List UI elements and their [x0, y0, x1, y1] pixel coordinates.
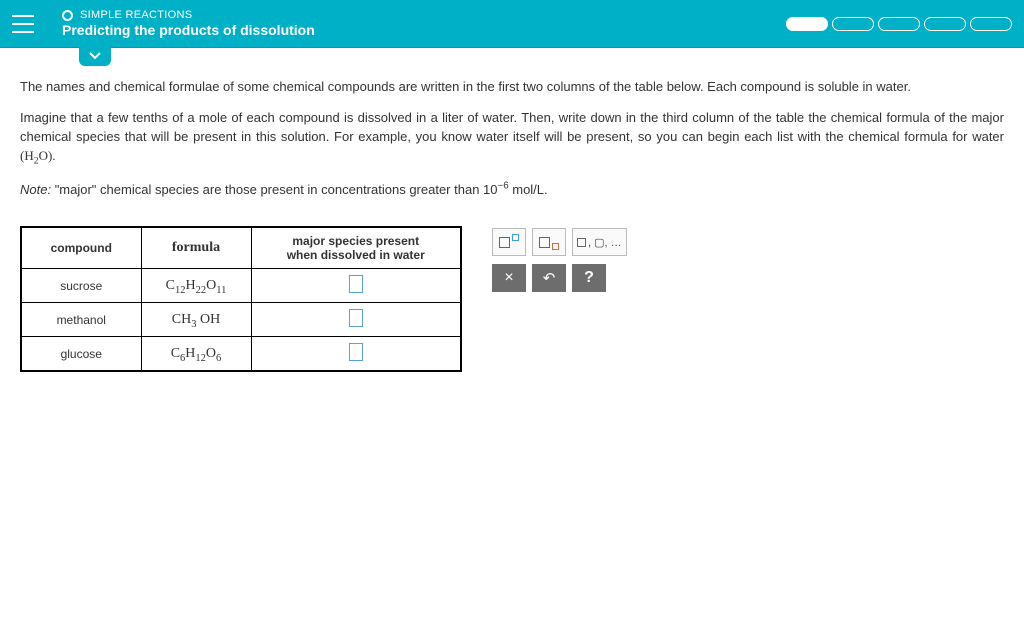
species-input-3[interactable]	[349, 343, 363, 361]
progress-pill-3[interactable]	[878, 17, 920, 31]
progress-pill-4[interactable]	[924, 17, 966, 31]
table-row: sucrose C12H22O11	[21, 269, 461, 303]
compound-formula: CH3 OH	[141, 303, 251, 337]
col-header-formula: formula	[141, 227, 251, 269]
instruction-paragraph-2: Imagine that a few tenths of a mole of e…	[20, 109, 1004, 166]
table-row: glucose C6H12O6	[21, 337, 461, 372]
col-header-species: major species present when dissolved in …	[251, 227, 461, 269]
title-block: SIMPLE REACTIONS Predicting the products…	[62, 9, 315, 39]
progress-pill-1[interactable]	[786, 17, 828, 31]
col-header-compound: compound	[21, 227, 141, 269]
compound-name: glucose	[21, 337, 141, 372]
superscript-icon	[499, 234, 519, 250]
hamburger-menu-icon[interactable]	[12, 15, 34, 33]
tool-panel: , ▢, … × ↶ ?	[492, 228, 627, 292]
compound-name: sucrose	[21, 269, 141, 303]
help-button[interactable]: ?	[572, 264, 606, 292]
table-header-row: compound formula major species present w…	[21, 227, 461, 269]
add-item-button[interactable]: , ▢, …	[572, 228, 627, 256]
undo-button[interactable]: ↶	[532, 264, 566, 292]
close-icon: ×	[504, 269, 513, 287]
water-formula: (H2O).	[20, 148, 56, 163]
progress-pill-2[interactable]	[832, 17, 874, 31]
clear-button[interactable]: ×	[492, 264, 526, 292]
note-label: Note:	[20, 182, 51, 197]
undo-icon: ↶	[543, 269, 556, 287]
compound-formula: C12H22O11	[141, 269, 251, 303]
compound-name: methanol	[21, 303, 141, 337]
topbar: SIMPLE REACTIONS Predicting the products…	[0, 0, 1024, 48]
dropdown-tab[interactable]	[79, 46, 111, 66]
progress-nav	[786, 17, 1012, 31]
content-area: The names and chemical formulae of some …	[0, 62, 1024, 392]
compound-formula: C6H12O6	[141, 337, 251, 372]
subscript-icon	[539, 234, 559, 250]
table-row: methanol CH3 OH	[21, 303, 461, 337]
module-category: SIMPLE REACTIONS	[80, 9, 192, 22]
help-icon: ?	[584, 269, 594, 287]
compounds-table: compound formula major species present w…	[20, 226, 462, 372]
progress-pill-5[interactable]	[970, 17, 1012, 31]
species-input-1[interactable]	[349, 275, 363, 293]
module-indicator-icon	[62, 10, 73, 21]
instruction-paragraph-1: The names and chemical formulae of some …	[20, 78, 1004, 97]
chevron-down-icon	[89, 52, 101, 60]
page-title: Predicting the products of dissolution	[62, 22, 315, 39]
species-input-2[interactable]	[349, 309, 363, 327]
subscript-button[interactable]	[532, 228, 566, 256]
note-paragraph: Note: "major" chemical species are those…	[20, 181, 1004, 200]
superscript-button[interactable]	[492, 228, 526, 256]
